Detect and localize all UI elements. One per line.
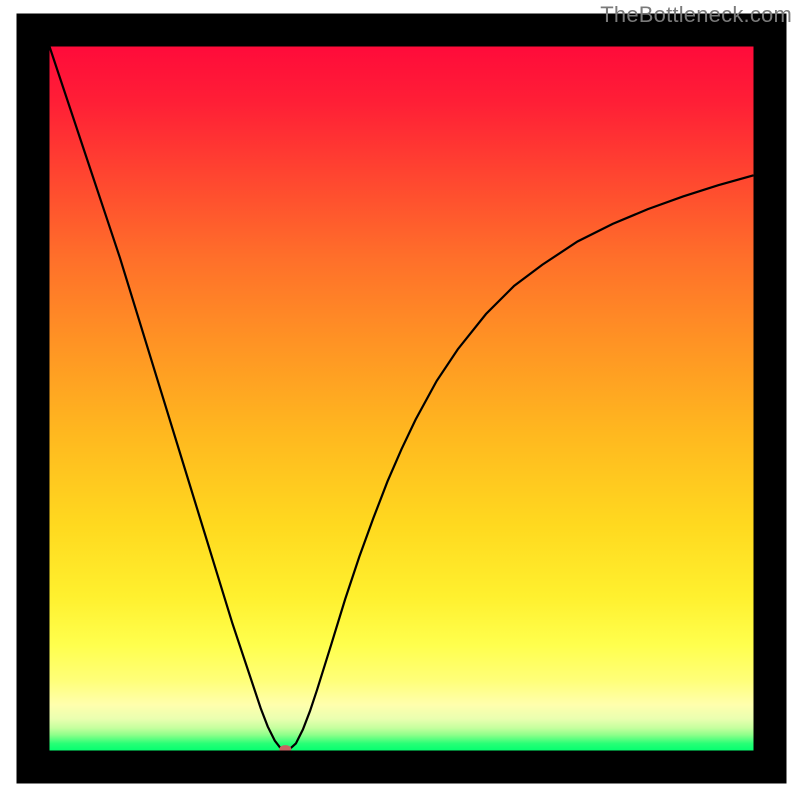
chart-svg xyxy=(0,0,800,800)
watermark-label: TheBottleneck.com xyxy=(600,2,792,28)
bottleneck-chart: TheBottleneck.com xyxy=(0,0,800,800)
plot-background xyxy=(50,47,754,751)
